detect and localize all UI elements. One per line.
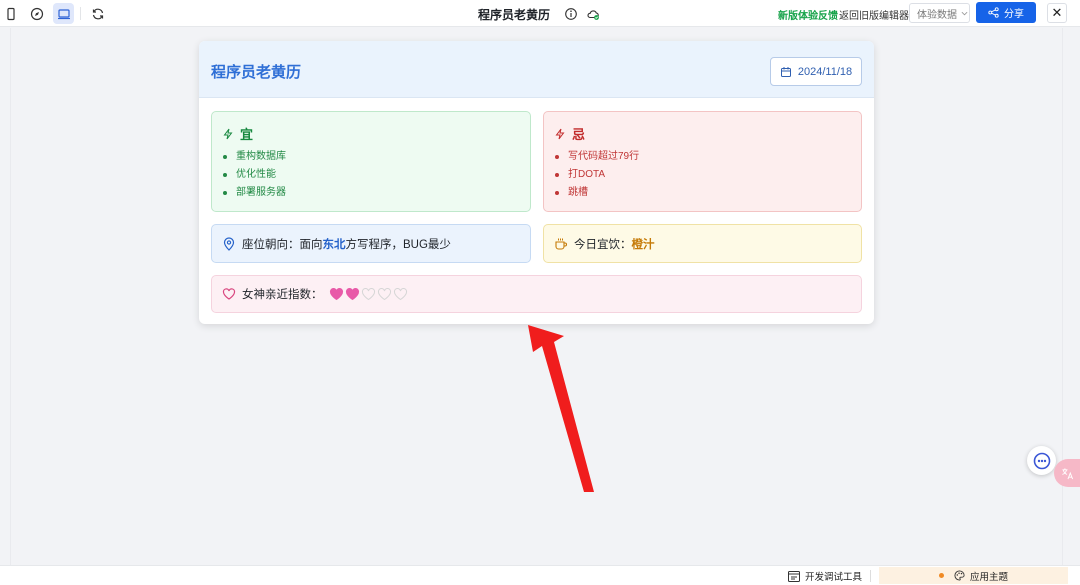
yi-panel: 宜 重构数据库 优化性能 部署服务器: [211, 111, 531, 212]
feedback-link[interactable]: 新版体验反馈: [778, 7, 838, 22]
compass-view-icon[interactable]: [26, 3, 47, 24]
heart-outline-icon: [222, 288, 236, 300]
list-item: 重构数据库: [222, 148, 286, 166]
chevron-down-icon: [961, 11, 968, 15]
heart-empty-icon: [393, 287, 407, 301]
list-item: 优化性能: [222, 166, 286, 184]
dev-tools-button[interactable]: 开发调试工具: [788, 569, 862, 583]
almanac-card: 程序员老黄历 2024/11/18 宜 重构数据库 优化性能 部署服务器 忌 写…: [199, 41, 874, 324]
seat-text: 座位朝向：面向东北方写程序，BUG最少: [242, 236, 451, 252]
heart-rating: [329, 287, 408, 301]
list-item: 部署服务器: [222, 184, 286, 202]
toolbar-divider: [80, 7, 81, 20]
share-icon: [988, 7, 999, 18]
yi-header: 宜: [222, 124, 253, 143]
ji-panel: 忌 写代码超过79行 打DOTA 跳槽: [543, 111, 862, 212]
palette-icon: [954, 570, 965, 581]
experience-data-select[interactable]: 体验数据: [909, 3, 970, 23]
goddess-label: 女神亲近指数：: [242, 289, 323, 301]
seat-suffix: 方写程序，BUG最少: [345, 238, 451, 251]
calendar-icon: [780, 66, 791, 77]
experience-data-label: 体验数据: [917, 9, 957, 21]
yi-label: 宜: [240, 127, 254, 142]
refresh-icon[interactable]: [87, 3, 108, 24]
status-dot: [938, 573, 944, 578]
drink-prefix: 今日宜饮：: [574, 238, 632, 251]
top-toolbar: 程序员老黄历 新版体验反馈 返回旧版编辑器 体验数据 分享 ✕: [0, 0, 1080, 27]
heart-filled-icon: [329, 287, 343, 301]
seat-direction-panel: 座位朝向：面向东北方写程序，BUG最少: [211, 224, 531, 263]
translate-button[interactable]: [1054, 459, 1080, 487]
info-icon[interactable]: [560, 3, 581, 24]
bottom-bar: 开发调试工具 应用主题: [0, 565, 1080, 585]
dev-tools-label: 开发调试工具: [805, 572, 863, 583]
close-button[interactable]: ✕: [1047, 3, 1067, 23]
drink-text: 今日宜饮：橙汁: [574, 236, 655, 252]
lightning-icon: [555, 128, 565, 139]
card-header: 程序员老黄历 2024/11/18: [199, 41, 874, 98]
ji-header: 忌: [554, 124, 585, 143]
date-picker-button[interactable]: 2024/11/18: [770, 57, 862, 86]
ji-label: 忌: [572, 127, 586, 142]
heart-empty-icon: [361, 287, 375, 301]
mobile-view-icon[interactable]: [0, 3, 21, 24]
terminal-icon: [788, 570, 800, 582]
seat-direction: 东北: [322, 238, 346, 251]
date-label: 2024/11/18: [797, 65, 853, 78]
ji-list: 写代码超过79行 打DOTA 跳槽: [554, 148, 639, 202]
assistant-bot-button[interactable]: [1027, 446, 1056, 475]
bot-icon: [1033, 452, 1050, 469]
card-title: 程序员老黄历: [211, 64, 302, 81]
apply-theme-button[interactable]: 应用主题: [879, 567, 1068, 584]
share-label: 分享: [1004, 9, 1024, 20]
heart-empty-icon: [377, 287, 391, 301]
theme-label: 应用主题: [969, 571, 1008, 583]
translate-icon: [1061, 467, 1073, 479]
list-item: 写代码超过79行: [554, 148, 639, 166]
back-to-old-editor-link[interactable]: 返回旧版编辑器: [839, 7, 909, 22]
map-pin-icon: [223, 236, 235, 251]
cloud-saved-icon: [582, 3, 603, 24]
seat-prefix: 座位朝向：面向: [242, 238, 323, 251]
yi-list: 重构数据库 优化性能 部署服务器: [222, 148, 286, 202]
drink-panel: 今日宜饮：橙汁: [543, 224, 862, 263]
lightning-icon: [223, 128, 233, 139]
bottom-divider: [870, 570, 871, 582]
red-arrow-annotation: [528, 325, 594, 492]
goddess-index-panel: 女神亲近指数：: [211, 275, 862, 313]
coffee-cup-icon: [555, 238, 567, 250]
list-item: 打DOTA: [554, 166, 639, 184]
desktop-view-icon[interactable]: [53, 3, 74, 24]
share-button[interactable]: 分享: [976, 2, 1036, 23]
list-item: 跳槽: [554, 184, 639, 202]
heart-filled-icon: [345, 287, 359, 301]
document-title: 程序员老黄历: [478, 8, 551, 22]
drink-value: 橙汁: [631, 238, 655, 251]
